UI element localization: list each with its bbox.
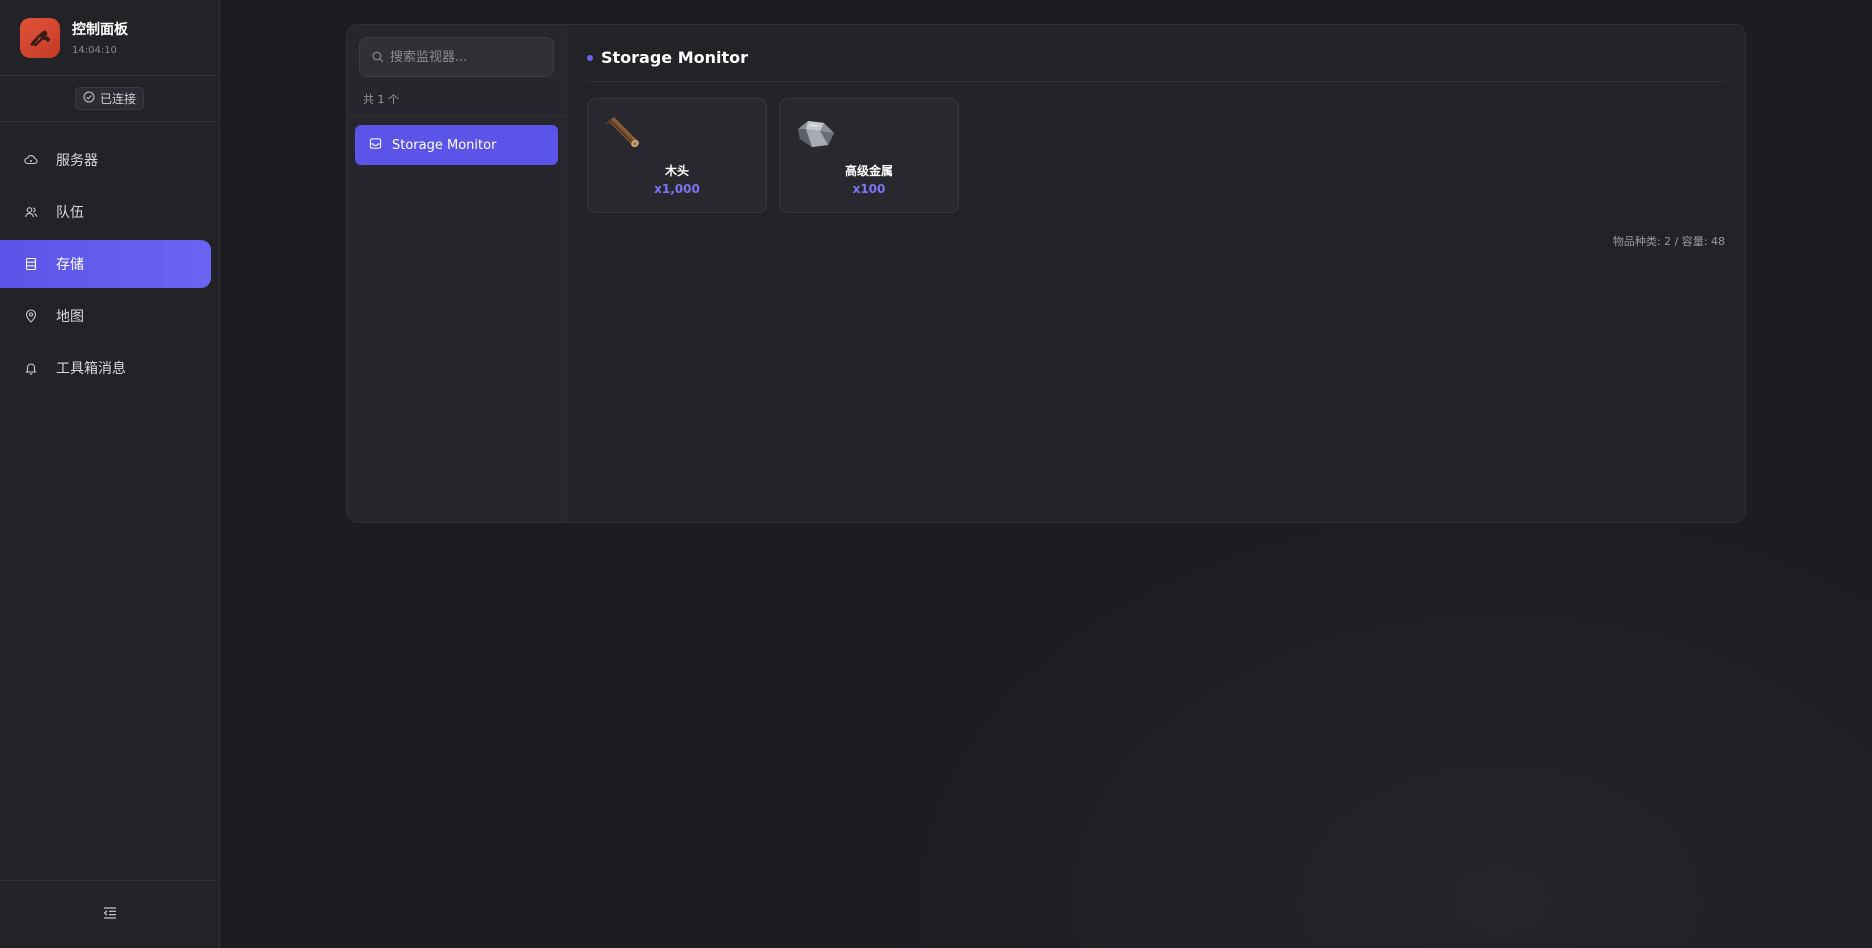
item-quantity: x100 — [852, 182, 886, 196]
item-grid: 木头 x1,000 高级金属 x100 — [587, 98, 1725, 213]
sidebar-item-label: 队伍 — [56, 205, 84, 221]
check-circle-icon — [83, 91, 95, 106]
monitor-list: 共 1 个 Storage Monitor — [347, 25, 567, 522]
app-title: 控制面板 — [72, 22, 128, 38]
inbox-icon — [369, 137, 382, 154]
storage-header: Storage Monitor — [587, 25, 1725, 82]
sidebar-item-label: 工具箱消息 — [56, 361, 126, 377]
title-dot — [587, 54, 593, 61]
sidebar-item-label: 存储 — [56, 257, 84, 273]
sidebar-item-label: 地图 — [56, 309, 84, 325]
monitor-count: 共 1 个 — [347, 77, 566, 117]
storage-title: Storage Monitor — [601, 48, 749, 67]
cloud-icon — [24, 153, 38, 167]
team-icon — [24, 205, 38, 219]
search-input[interactable] — [390, 49, 540, 65]
connection-status-label: 已连接 — [99, 92, 136, 106]
bell-icon — [24, 361, 38, 375]
sidebar-item-label: 服务器 — [56, 153, 98, 169]
item-card-hq-metal[interactable]: 高级金属 x100 — [779, 98, 959, 213]
search-icon — [372, 48, 384, 67]
sidebar: 控制面板 14:04:10 已连接 服务器 队伍 存储 地图 工具箱消息 — [0, 0, 220, 948]
connection-row: 已连接 — [0, 76, 219, 122]
sidebar-nav: 服务器 队伍 存储 地图 工具箱消息 — [0, 122, 219, 392]
sidebar-item-team[interactable]: 队伍 — [0, 188, 211, 236]
monitor-search — [359, 37, 554, 77]
hq-metal-icon — [794, 115, 834, 151]
item-name: 高级金属 — [844, 164, 893, 178]
sidebar-item-map[interactable]: 地图 — [0, 292, 211, 340]
item-quantity: x1,000 — [654, 182, 700, 196]
sidebar-item-toolbox-messages[interactable]: 工具箱消息 — [0, 344, 211, 392]
sidebar-item-servers[interactable]: 服务器 — [0, 136, 211, 184]
storage-content: Storage Monitor 木头 x1,000 高级金属 x100 物品种类… — [567, 25, 1745, 522]
collapse-menu-icon[interactable] — [103, 905, 117, 924]
brand-header: 控制面板 14:04:10 — [0, 0, 219, 76]
monitor-item-label: Storage Monitor — [392, 137, 497, 153]
clock-time: 14:04:10 — [72, 45, 117, 56]
wrench-icon — [20, 17, 60, 58]
connection-status-badge: 已连接 — [74, 87, 144, 110]
sidebar-footer — [0, 880, 219, 948]
sidebar-item-storage[interactable]: 存储 — [0, 240, 211, 288]
storage-summary: 物品种类: 2 / 容量: 48 — [1612, 235, 1725, 248]
item-card-wood[interactable]: 木头 x1,000 — [587, 98, 767, 213]
monitor-item-storage-monitor[interactable]: Storage Monitor — [355, 125, 558, 165]
wood-log-icon — [602, 115, 642, 151]
storage-icon — [24, 257, 38, 271]
map-pin-icon — [24, 309, 38, 323]
storage-panel: 共 1 个 Storage Monitor Storage Monitor — [346, 24, 1746, 523]
item-name: 木头 — [664, 164, 689, 178]
